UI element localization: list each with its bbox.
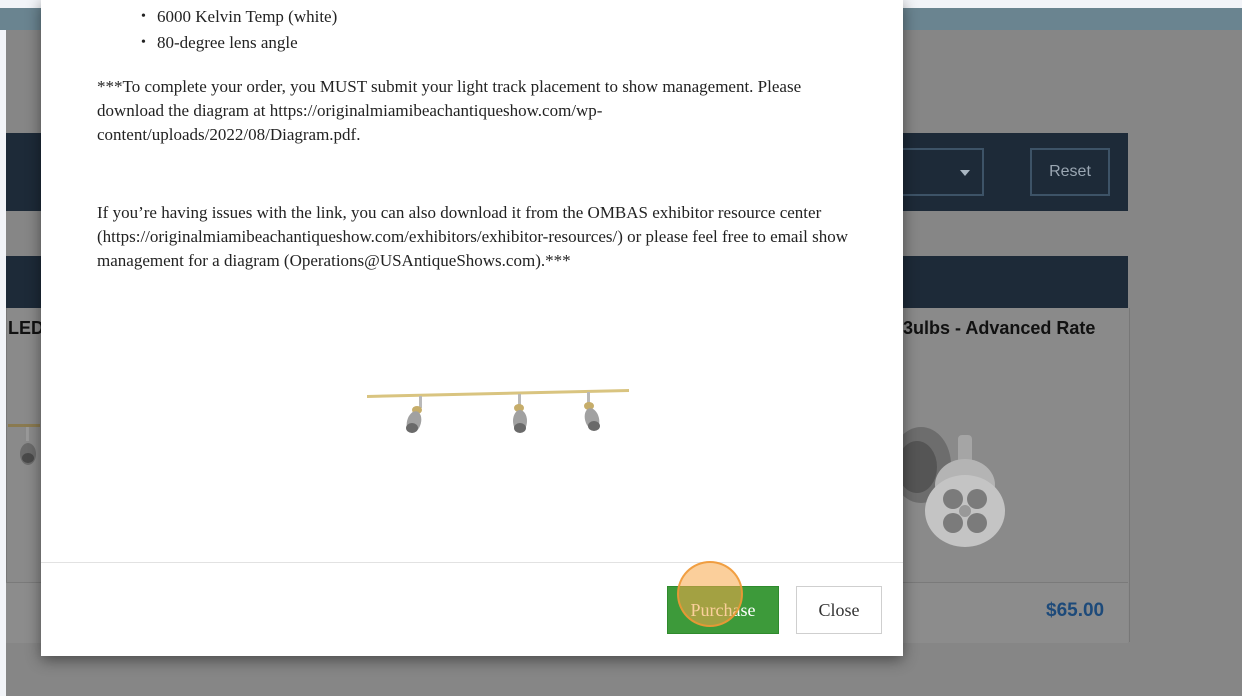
modal-footer: Purchase Close xyxy=(41,562,903,656)
alternate-download-instructions: If you’re having issues with the link, y… xyxy=(97,203,849,270)
track-light-image xyxy=(367,389,629,433)
product-price: $65.00 xyxy=(1046,600,1105,621)
caret-down-icon xyxy=(960,170,970,176)
purchase-modal: • 6000 Kelvin Temp (white) • 80-degree l… xyxy=(41,0,903,656)
placement-instructions: ***To complete your order, you MUST subm… xyxy=(97,77,802,144)
list-item: • 80-degree lens angle xyxy=(141,30,337,56)
filter-select[interactable] xyxy=(900,148,984,196)
reset-button[interactable]: Reset xyxy=(1030,148,1110,196)
bullet-icon: • xyxy=(141,35,146,50)
spec-list: • 6000 Kelvin Temp (white) • 80-degree l… xyxy=(141,4,337,56)
list-item: • 6000 Kelvin Temp (white) xyxy=(141,4,337,30)
spec-text: 80-degree lens angle xyxy=(157,33,298,52)
spec-text: 6000 Kelvin Temp (white) xyxy=(157,7,338,26)
track-light-image-left xyxy=(8,424,40,465)
modal-body: • 6000 Kelvin Temp (white) • 80-degree l… xyxy=(41,0,903,562)
bullet-icon: • xyxy=(141,9,146,24)
purchase-button[interactable]: Purchase xyxy=(667,586,779,634)
product-title-right[interactable]: 3ulbs - Advanced Rate xyxy=(903,318,1095,339)
led-bulb-image xyxy=(903,427,1005,547)
product-title-left[interactable]: LED xyxy=(8,318,44,339)
close-button[interactable]: Close xyxy=(796,586,882,634)
